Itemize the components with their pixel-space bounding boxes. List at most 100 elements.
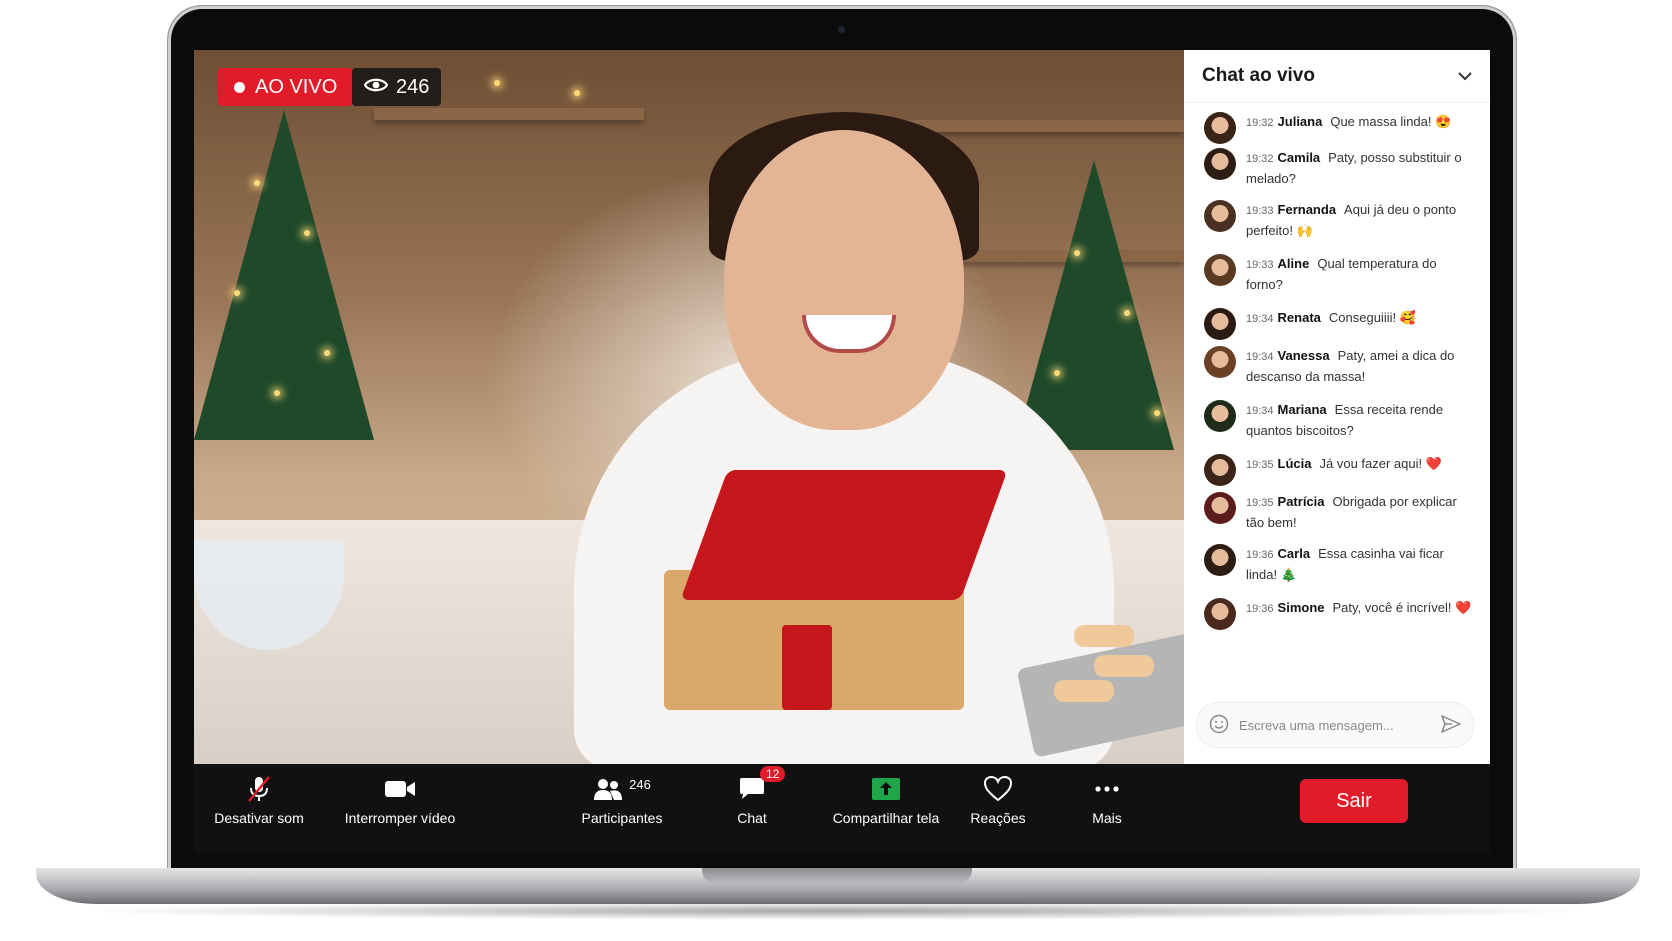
chat-message: 19:34 Renata Conseguiiii! 🥰 [1204, 308, 1476, 340]
reactions-button[interactable]: Reações [968, 774, 1028, 826]
chat-message-author: Renata [1277, 310, 1321, 325]
gingerbread-roof [680, 470, 1008, 600]
participants-icon-group: 246 [593, 774, 651, 804]
chat-message-author: Mariana [1277, 402, 1327, 417]
chef-face [724, 130, 964, 430]
chat-message-time: 19:36 [1246, 549, 1274, 561]
chat-message-author: Lúcia [1277, 456, 1312, 471]
avatar [1204, 454, 1236, 486]
chat-input[interactable]: Escreva uma mensagem... [1196, 702, 1474, 748]
chat-message: 19:34 Vanessa Paty, amei a dica do descans… [1204, 346, 1476, 386]
chat-message-time: 19:32 [1246, 153, 1274, 165]
chat-message-text: Essa casinha vai ficar linda! 🎄 [1246, 546, 1444, 582]
chat-message: 19:32 Camila Paty, posso substituir o mela… [1204, 148, 1476, 188]
emoji-icon[interactable] [1209, 714, 1229, 737]
more-button[interactable]: Mais [1082, 774, 1132, 826]
chat-message-body: 19:36 Simone Paty, você é incrível! ❤️ [1246, 598, 1471, 619]
chat-message-author: Fernanda [1277, 202, 1337, 217]
share-screen-button[interactable]: Compartilhar tela [824, 774, 948, 826]
chat-title: Chat ao vivo [1202, 65, 1315, 86]
chat-message-time: 19:32 [1246, 117, 1274, 129]
light [574, 90, 580, 96]
shelf [894, 120, 1184, 132]
video-camera-icon [384, 774, 416, 804]
chat-message-time: 19:35 [1246, 459, 1274, 471]
chat-message-body: 19:32 Camila Paty, posso substituir o mela… [1246, 148, 1476, 188]
exit-button[interactable]: Sair [1300, 779, 1408, 823]
eye-icon [363, 76, 389, 99]
chat-header: Chat ao vivo [1184, 50, 1490, 103]
chat-panel: Chat ao vivo 19:32 Juliana Que massa linda… [1184, 50, 1490, 764]
video-label: Interromper vídeo [344, 810, 456, 826]
avatar [1204, 598, 1236, 630]
chat-message-author: Aline [1277, 256, 1310, 271]
chat-message-body: 19:33 Fernanda Aqui já deu o ponto perfeit… [1246, 200, 1476, 240]
mute-button[interactable]: Desativar som [204, 774, 314, 826]
send-icon[interactable] [1441, 714, 1461, 736]
chat-message: 19:35 Patrícia Obrigada por explicar tão b… [1204, 492, 1476, 532]
chat-message-text: Paty, você é incrível! ❤️ [1332, 600, 1472, 615]
chat-bubble-icon: 12 [738, 766, 786, 804]
avatar [1204, 492, 1236, 524]
chat-message-body: 19:34 Vanessa Paty, amei a dica do descans… [1246, 346, 1476, 386]
light [494, 80, 500, 86]
participants-button[interactable]: 246 Participantes [572, 774, 672, 827]
chat-message: 19:33 Aline Qual temperatura do forno? [1204, 254, 1476, 294]
more-label: Mais [1092, 810, 1122, 826]
share-label: Compartilhar tela [832, 810, 940, 826]
chat-message-body: 19:33 Aline Qual temperatura do forno? [1246, 254, 1476, 294]
chat-message-author: Juliana [1277, 114, 1323, 129]
chat-message-body: 19:36 Carla Essa casinha vai ficar linda! … [1246, 544, 1476, 584]
laptop-notch [702, 868, 972, 884]
meeting-toolbar: Desativar som Interromper vídeo 246 Part… [194, 764, 1490, 852]
people-icon [594, 779, 623, 800]
viewer-count: 246 [352, 68, 442, 106]
chat-input-placeholder[interactable]: Escreva uma mensagem... [1239, 718, 1431, 733]
shelf [374, 108, 644, 120]
cookie [1074, 625, 1134, 647]
live-badge: AO VIVO [218, 68, 354, 106]
light [304, 230, 310, 236]
chat-message-list[interactable]: 19:32 Juliana Que massa linda! 😍 19:32 Camil… [1184, 102, 1490, 694]
chat-message-time: 19:33 [1246, 259, 1274, 271]
chat-button[interactable]: 12 Chat [722, 766, 786, 826]
chat-label: Chat [737, 810, 767, 826]
mute-label: Desativar som [214, 810, 304, 826]
avatar [1204, 308, 1236, 340]
live-label: AO VIVO [255, 75, 338, 98]
chat-unread-badge: 12 [760, 766, 786, 782]
viewer-count-value: 246 [396, 75, 430, 98]
light [234, 290, 240, 296]
chat-message-text: Conseguiiii! 🥰 [1328, 310, 1416, 325]
avatar [1204, 254, 1236, 286]
live-video[interactable]: AO VIVO 246 [194, 50, 1184, 764]
chat-message-body: 19:34 Mariana Essa receita rende quantos b… [1246, 400, 1476, 440]
light [1124, 310, 1130, 316]
chat-message-text: Que massa linda! 😍 [1330, 114, 1452, 129]
avatar [1204, 148, 1236, 180]
cookie [1094, 655, 1154, 677]
chat-message-body: 19:35 Patrícia Obrigada por explicar tão b… [1246, 492, 1476, 532]
laptop-shadow [70, 902, 1600, 920]
light [274, 390, 280, 396]
mic-off-icon [245, 774, 273, 804]
chevron-down-icon[interactable] [1458, 65, 1472, 87]
chat-message: 19:34 Mariana Essa receita rende quantos b… [1204, 400, 1476, 440]
chat-message: 19:36 Carla Essa casinha vai ficar linda! … [1204, 544, 1476, 584]
christmas-tree [1014, 160, 1174, 450]
avatar [1204, 200, 1236, 232]
chat-message-body: 19:32 Juliana Que massa linda! 😍 [1246, 112, 1451, 133]
participants-label: Participantes [581, 810, 663, 826]
chat-message-body: 19:35 Lúcia Já vou fazer aqui! ❤️ [1246, 454, 1442, 475]
chat-message-author: Patrícia [1277, 494, 1325, 509]
christmas-tree [194, 110, 374, 440]
avatar [1204, 400, 1236, 432]
chat-message-time: 19:36 [1246, 603, 1274, 615]
gingerbread-door [782, 625, 832, 710]
chat-message-time: 19:33 [1246, 205, 1274, 217]
chat-message-text: Qual temperatura do forno? [1246, 256, 1437, 292]
webcam [838, 26, 845, 33]
cookie [1054, 680, 1114, 702]
stop-video-button[interactable]: Interromper vídeo [340, 774, 460, 826]
meeting-screen: AO VIVO 246 Chat ao vivo 19:32 Juliana Que… [194, 50, 1490, 865]
